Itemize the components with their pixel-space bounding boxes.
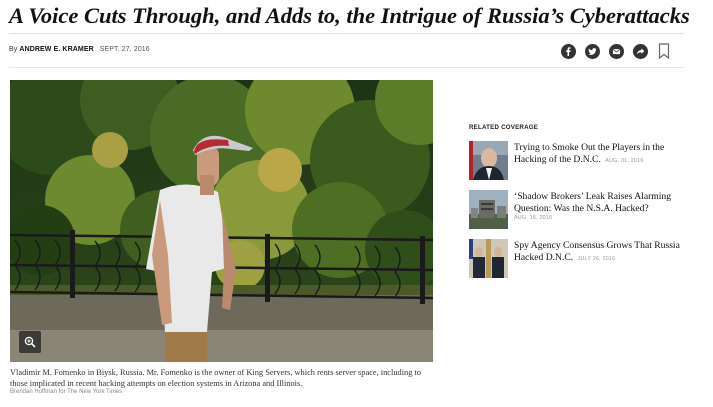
photo-credit: Brendan Hoffman for The New York Times <box>10 389 123 395</box>
related-thumbnail[interactable] <box>469 141 508 180</box>
byline-divider <box>9 67 684 68</box>
related-thumbnail[interactable] <box>469 239 508 278</box>
twitter-icon[interactable] <box>585 43 600 59</box>
byline-prefix: By <box>9 46 20 53</box>
magnify-plus-icon <box>24 336 36 348</box>
publish-date: SEPT. 27, 2016 <box>99 46 150 53</box>
related-title-link[interactable]: Trying to Smoke Out the Players in the Ha… <box>514 142 664 167</box>
related-date: AUG. 31, 2016 <box>605 157 644 164</box>
related-date: JULY 26, 2016 <box>577 255 616 262</box>
facebook-icon[interactable] <box>561 43 576 59</box>
related-title-link[interactable]: ‘Shadow Brokers’ Leak Raises Alarming Que… <box>514 191 671 214</box>
bookmark-icon[interactable] <box>658 43 670 59</box>
photo-zoom-button[interactable] <box>19 331 41 353</box>
related-thumbnail[interactable] <box>469 190 508 229</box>
byline: By ANDREW E. KRAMER SEPT. 27, 2016 <box>9 46 150 53</box>
header-divider <box>9 33 684 34</box>
related-item[interactable]: Spy Agency Consensus Grows That Russia Ha… <box>469 239 699 288</box>
share-tools <box>561 43 670 59</box>
related-item[interactable]: ‘Shadow Brokers’ Leak Raises Alarming Que… <box>469 190 699 239</box>
share-arrow-icon[interactable] <box>633 43 648 59</box>
article-headline: A Voice Cuts Through, and Adds to, the I… <box>9 3 690 28</box>
lead-photo-scene <box>10 80 433 362</box>
related-coverage: RELATED COVERAGE Trying to Smoke Out the… <box>469 124 699 288</box>
related-date: AUG. 16, 2016 <box>514 215 553 221</box>
related-title-link[interactable]: Spy Agency Consensus Grows That Russia Ha… <box>514 240 680 265</box>
author-link[interactable]: ANDREW E. KRAMER <box>19 46 93 53</box>
related-item[interactable]: Trying to Smoke Out the Players in the Ha… <box>469 141 699 190</box>
lead-photo[interactable] <box>10 80 433 362</box>
email-icon[interactable] <box>609 43 624 59</box>
related-coverage-heading: RELATED COVERAGE <box>469 124 539 131</box>
photo-caption: Vladimir M. Fomenko in Biysk, Russia. Mr… <box>10 368 422 388</box>
